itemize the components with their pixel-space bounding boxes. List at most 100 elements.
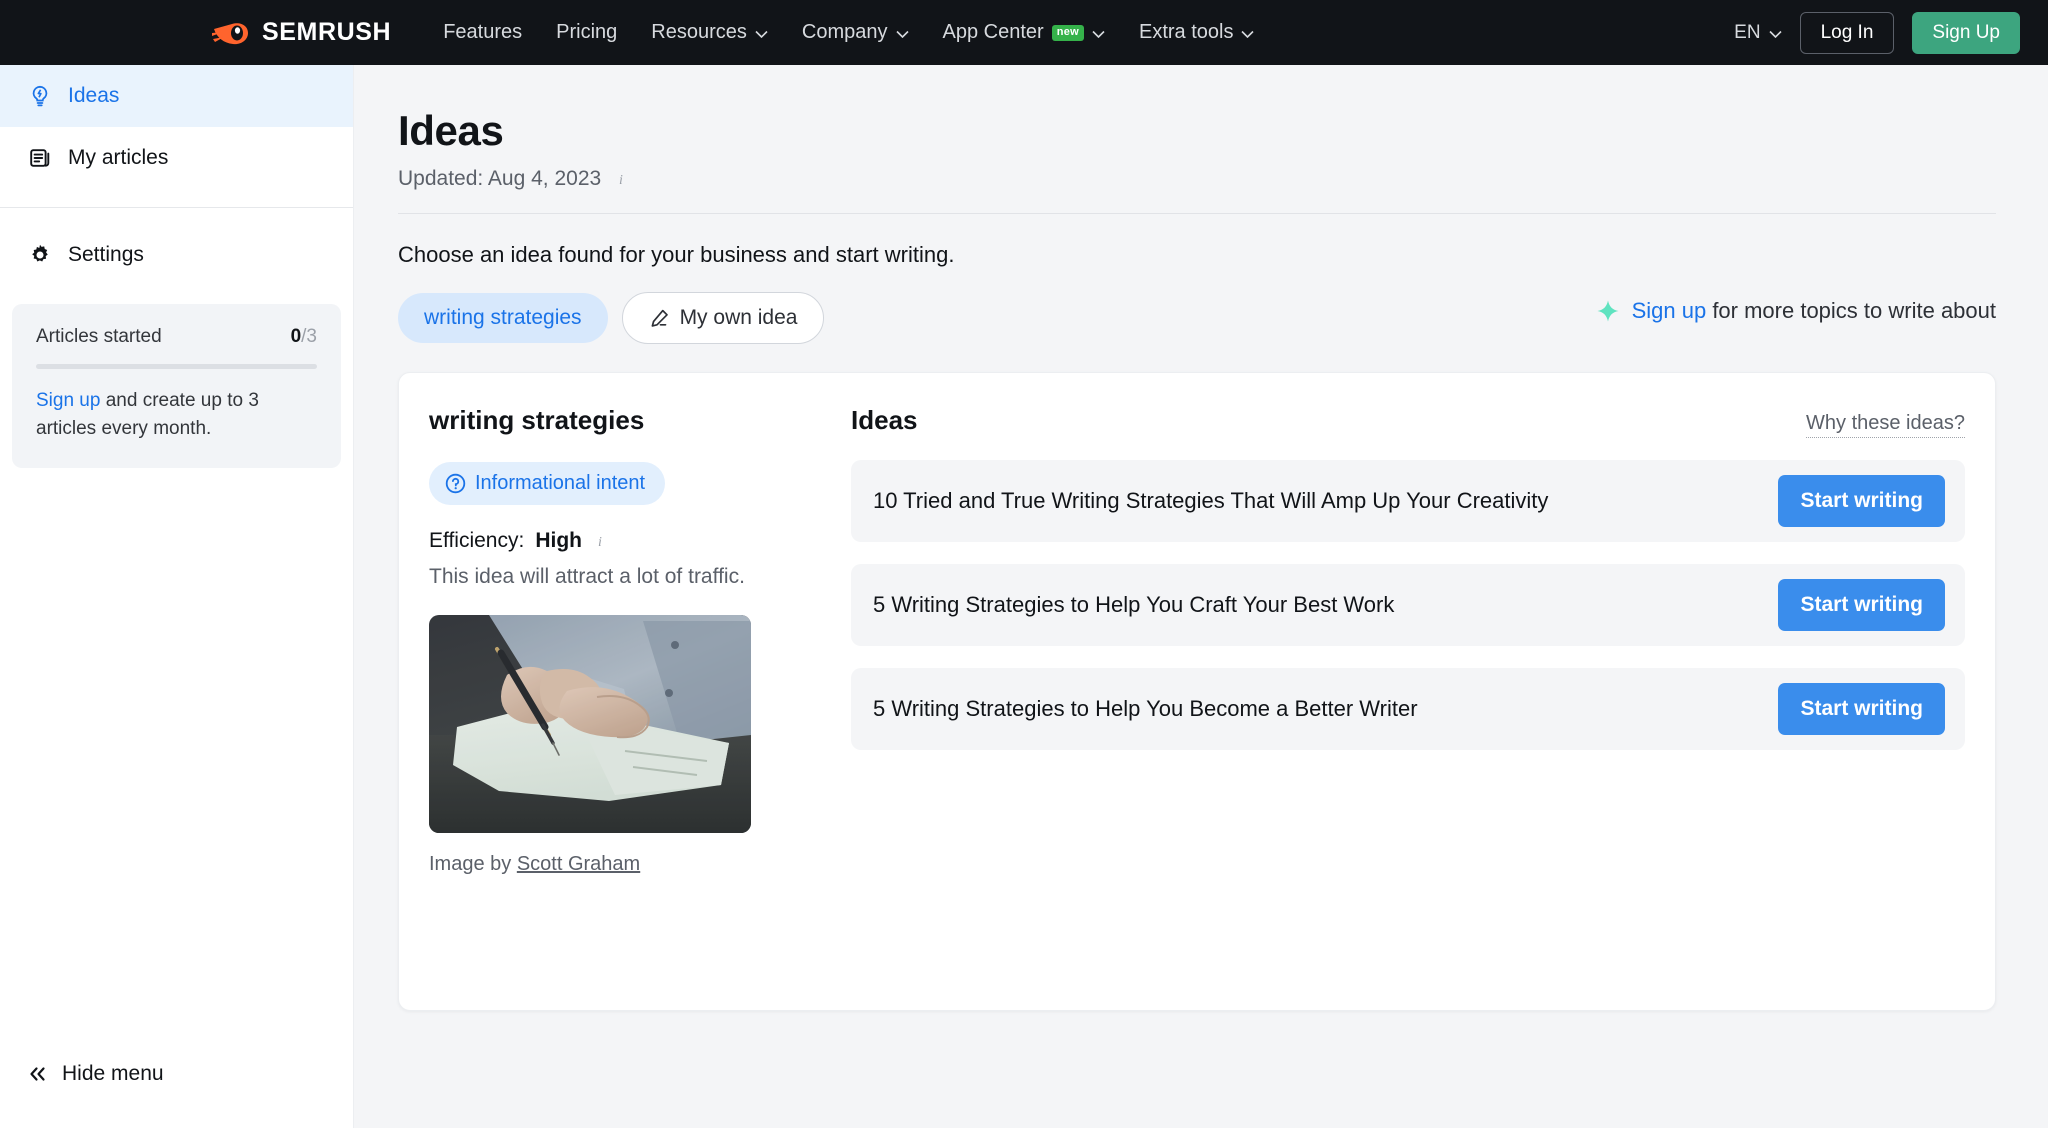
quota-cta-text: Sign up and create up to 3 articles ever… xyxy=(36,387,317,442)
efficiency-prefix: Efficiency: xyxy=(429,529,525,552)
chip-label: My own idea xyxy=(679,306,798,329)
language-label: EN xyxy=(1734,21,1761,43)
info-icon[interactable]: i xyxy=(593,532,609,550)
quota-total: /3 xyxy=(301,326,317,347)
nav-item-company[interactable]: Company xyxy=(802,21,909,44)
brand-logo-link[interactable]: SEMRUSH xyxy=(212,18,391,47)
quota-header: Articles started 0/3 xyxy=(36,326,317,348)
nav-item-features[interactable]: Features xyxy=(443,21,522,44)
ideas-list-title: Ideas xyxy=(851,405,918,435)
start-writing-button[interactable]: Start writing xyxy=(1778,579,1945,631)
sidebar-divider xyxy=(0,207,353,208)
idea-list-item[interactable]: 5 Writing Strategies to Help You Become … xyxy=(851,668,1965,750)
semrush-logo-icon xyxy=(212,22,248,44)
nav-item-label: Extra tools xyxy=(1138,21,1234,43)
gear-icon xyxy=(32,244,48,262)
signup-more-topics-banner: Sign up for more topics to write about xyxy=(1596,298,1996,324)
idea-title: 10 Tried and True Writing Strategies Tha… xyxy=(873,488,1549,513)
chevron-down-icon xyxy=(1768,30,1782,38)
search-intent-badge: Informational intent xyxy=(429,462,666,505)
idea-title: 5 Writing Strategies to Help You Craft Y… xyxy=(873,592,1395,617)
info-icon[interactable]: i xyxy=(613,170,629,188)
efficiency-row: Efficiency: High i xyxy=(429,529,807,553)
chip-writing-strategies[interactable]: writing strategies xyxy=(398,293,608,343)
log-in-button[interactable]: Log In xyxy=(1799,11,1895,54)
sidebar-item-my-articles[interactable]: My articles xyxy=(0,127,353,189)
sparkle-star-icon xyxy=(1597,300,1619,322)
app-shell: Ideas My articles Settings Articles star… xyxy=(0,65,2048,1128)
signup-banner-rest: for more topics to write about xyxy=(1706,298,1996,323)
idea-list-item[interactable]: 5 Writing Strategies to Help You Craft Y… xyxy=(851,564,1965,646)
nav-item-pricing[interactable]: Pricing xyxy=(556,21,617,44)
hide-menu-button[interactable]: Hide menu xyxy=(28,1062,164,1086)
chevron-down-icon xyxy=(755,30,768,38)
language-selector[interactable]: EN xyxy=(1734,21,1782,44)
idea-content-card: writing strategies Informational intent … xyxy=(398,372,1996,1011)
efficiency-description: This idea will attract a lot of traffic. xyxy=(429,565,745,588)
idea-thumbnail-image xyxy=(429,615,751,833)
quota-used: 0 xyxy=(290,326,302,347)
double-chevron-left-icon xyxy=(30,1067,45,1081)
updated-text: Updated: Aug 4, 2023 xyxy=(398,167,602,190)
idea-chips-row: writing strategies My own idea Sign up f… xyxy=(398,292,1996,344)
sidebar-item-label: Settings xyxy=(68,243,144,266)
sidebar-item-label: Ideas xyxy=(68,84,120,107)
nav-item-label: Resources xyxy=(651,21,747,43)
ideas-list-header: Ideas Why these ideas? xyxy=(851,405,1965,438)
choose-idea-instruction: Choose an idea found for your business a… xyxy=(398,242,955,267)
updated-row: Updated: Aug 4, 2023 i xyxy=(398,167,1996,191)
main-content: Ideas Updated: Aug 4, 2023 i Choose an i… xyxy=(354,65,2048,1128)
svg-text:i: i xyxy=(598,535,602,550)
image-credit-prefix: Image by xyxy=(429,853,517,875)
chip-my-own-idea[interactable]: My own idea xyxy=(621,292,825,344)
quota-count: 0/3 xyxy=(291,326,317,348)
nav-item-label: Features xyxy=(443,21,523,43)
efficiency-value: High xyxy=(535,529,582,552)
idea-title: 5 Writing Strategies to Help You Become … xyxy=(873,696,1418,721)
hide-menu-label: Hide menu xyxy=(62,1062,164,1085)
nav-item-app-center[interactable]: App Center new xyxy=(943,21,1105,44)
pencil-edit-icon xyxy=(651,309,668,327)
brand-wordmark: SEMRUSH xyxy=(262,18,392,46)
image-credit-author-link[interactable]: Scott Graham xyxy=(517,853,640,875)
signup-banner-link[interactable]: Sign up xyxy=(1632,298,1707,323)
sidebar-item-settings[interactable]: Settings xyxy=(0,224,353,286)
quota-label: Articles started xyxy=(36,326,162,347)
lightbulb-idea-icon xyxy=(32,85,48,107)
quota-progress-bar xyxy=(36,364,317,369)
idea-keyword-title: writing strategies xyxy=(429,405,645,435)
idea-list-item[interactable]: 10 Tried and True Writing Strategies Tha… xyxy=(851,460,1965,542)
nav-item-resources[interactable]: Resources xyxy=(651,21,768,44)
nav-item-label: Company xyxy=(801,21,888,43)
search-intent-label: Informational intent xyxy=(475,472,646,494)
top-navigation-bar: SEMRUSH Features Pricing Resources Compa… xyxy=(0,0,2048,65)
question-circle-icon xyxy=(445,473,466,494)
nav-item-extra-tools[interactable]: Extra tools xyxy=(1138,21,1255,44)
start-writing-button[interactable]: Start writing xyxy=(1778,475,1945,527)
page-title: Ideas xyxy=(398,107,504,154)
new-badge: new xyxy=(1051,24,1084,41)
document-list-icon xyxy=(30,149,50,167)
idea-detail-pane: writing strategies Informational intent … xyxy=(429,405,827,1010)
nav-right-actions: EN Log In Sign Up xyxy=(1734,0,2020,65)
image-credit: Image by Scott Graham xyxy=(429,853,807,876)
ideas-list-pane: Ideas Why these ideas? 10 Tried and True… xyxy=(827,405,1965,1010)
chevron-down-icon xyxy=(895,30,909,38)
why-these-ideas-link[interactable]: Why these ideas? xyxy=(1806,412,1965,438)
chevron-down-icon xyxy=(1241,30,1255,38)
svg-text:i: i xyxy=(619,173,623,188)
nav-item-label: Pricing xyxy=(556,21,618,43)
sidebar: Ideas My articles Settings Articles star… xyxy=(0,65,354,1128)
chevron-down-icon xyxy=(1092,30,1105,38)
header-divider xyxy=(398,213,1996,214)
chip-label: writing strategies xyxy=(424,306,582,329)
quota-sign-up-link[interactable]: Sign up xyxy=(36,390,100,411)
nav-links: Features Pricing Resources Company App C… xyxy=(443,21,1255,44)
nav-item-label: App Center xyxy=(942,21,1044,43)
start-writing-button[interactable]: Start writing xyxy=(1778,683,1945,735)
sign-up-button[interactable]: Sign Up xyxy=(1912,11,2020,54)
sidebar-item-ideas[interactable]: Ideas xyxy=(0,65,353,127)
articles-quota-card: Articles started 0/3 Sign up and create … xyxy=(12,304,341,469)
sidebar-item-label: My articles xyxy=(68,146,169,169)
signup-banner-text: Sign up for more topics to write about xyxy=(1632,298,1996,324)
